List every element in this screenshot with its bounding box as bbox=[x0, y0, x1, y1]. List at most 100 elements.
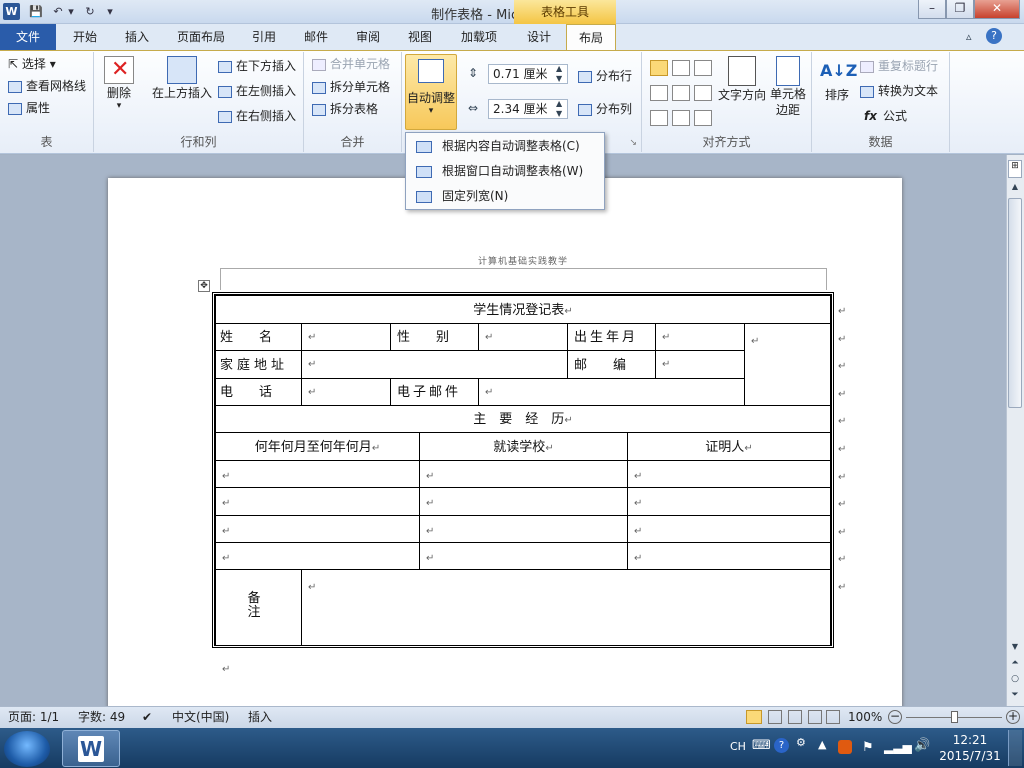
close-button[interactable]: ✕ bbox=[974, 0, 1020, 19]
full-screen-reading-view-icon[interactable] bbox=[768, 710, 782, 724]
merge-cells-button[interactable]: 合并单元格 bbox=[312, 54, 390, 74]
email-value-cell[interactable]: ↵ bbox=[478, 378, 745, 406]
table-cell[interactable]: ↵ bbox=[419, 542, 628, 570]
table-move-handle-icon[interactable]: ✥ bbox=[198, 280, 210, 292]
gender-label-cell[interactable]: 性 别 bbox=[390, 323, 479, 351]
gender-value-cell[interactable]: ↵ bbox=[478, 323, 568, 351]
align-bottom-right-icon[interactable] bbox=[694, 110, 712, 126]
split-cells-button[interactable]: 拆分单元格 bbox=[312, 77, 390, 97]
table-title-cell[interactable]: 学生情况登记表↵ bbox=[215, 295, 831, 324]
ime-help-icon[interactable]: ? bbox=[774, 738, 789, 753]
align-middle-center-icon[interactable] bbox=[672, 85, 690, 101]
zoom-level[interactable]: 100% bbox=[848, 707, 882, 727]
word-count-status[interactable]: 字数: 49 bbox=[78, 707, 125, 727]
tab-page-layout[interactable]: 页面布局 bbox=[166, 24, 236, 50]
table-cell[interactable]: ↵ bbox=[419, 515, 628, 543]
minimize-button[interactable]: – bbox=[918, 0, 946, 19]
tray-app-icon[interactable] bbox=[838, 740, 852, 754]
school-header-cell[interactable]: 就读学校↵ bbox=[419, 432, 628, 461]
insert-right-button[interactable]: 在右侧插入 bbox=[218, 106, 296, 126]
period-header-cell[interactable]: 何年何月至何年何月↵ bbox=[215, 432, 420, 461]
tab-addins[interactable]: 加载项 bbox=[450, 24, 508, 50]
table-cell[interactable]: ↵ bbox=[627, 460, 831, 488]
align-top-left-icon[interactable] bbox=[650, 60, 668, 76]
cell-size-dialog-launcher-icon[interactable]: ↘ bbox=[629, 138, 637, 148]
phone-value-cell[interactable]: ↵ bbox=[301, 378, 391, 406]
action-center-flag-icon[interactable]: ⚑ bbox=[862, 740, 874, 755]
table-cell[interactable]: ↵ bbox=[627, 515, 831, 543]
page-count-status[interactable]: 页面: 1/1 bbox=[8, 707, 59, 727]
zoom-out-icon[interactable]: − bbox=[888, 710, 902, 724]
save-icon[interactable]: 💾 bbox=[28, 3, 44, 20]
address-label-cell[interactable]: 家庭地址 bbox=[215, 350, 302, 379]
ime-options-icon[interactable]: ⚙ bbox=[796, 736, 806, 749]
row-height-spinner[interactable]: ▲ ▼ bbox=[556, 64, 562, 84]
undo-dropdown-icon[interactable]: ▾ bbox=[66, 3, 76, 20]
name-value-cell[interactable]: ↵ bbox=[301, 323, 391, 351]
previous-page-icon[interactable]: ⏶ bbox=[1008, 658, 1022, 672]
help-icon[interactable]: ? bbox=[986, 28, 1002, 44]
align-top-right-icon[interactable] bbox=[694, 60, 712, 76]
table-cell[interactable]: ↵ bbox=[627, 542, 831, 570]
name-label-cell[interactable]: 姓 名 bbox=[215, 323, 302, 351]
web-layout-view-icon[interactable] bbox=[788, 710, 802, 724]
formula-button[interactable]: fx 公式 bbox=[864, 106, 907, 126]
customize-quick-access-icon[interactable]: ▾ bbox=[104, 3, 116, 20]
email-label-cell[interactable]: 电子邮件 bbox=[390, 378, 479, 406]
properties-button[interactable]: 属性 bbox=[8, 98, 50, 118]
insert-left-button[interactable]: 在左侧插入 bbox=[218, 81, 296, 101]
split-table-button[interactable]: 拆分表格 bbox=[312, 99, 378, 119]
align-bottom-left-icon[interactable] bbox=[650, 110, 668, 126]
align-middle-right-icon[interactable] bbox=[694, 85, 712, 101]
zoom-slider-thumb[interactable] bbox=[951, 711, 958, 723]
delete-button[interactable]: ✕ 删除 ▾ bbox=[102, 56, 136, 111]
table-cell[interactable]: ↵ bbox=[419, 487, 628, 516]
table-cell[interactable]: ↵ bbox=[627, 487, 831, 516]
keyboard-icon[interactable]: ⌨ bbox=[752, 738, 771, 753]
select-button[interactable]: ⇱ 选择 ▾ bbox=[8, 54, 56, 74]
distribute-columns-button[interactable]: 分布列 bbox=[578, 99, 632, 119]
tab-mailings[interactable]: 邮件 bbox=[292, 24, 340, 50]
scroll-down-icon[interactable]: ▼ bbox=[1008, 642, 1022, 656]
tab-home[interactable]: 开始 bbox=[60, 24, 110, 50]
insert-below-button[interactable]: 在下方插入 bbox=[218, 56, 296, 76]
column-width-spinner[interactable]: ▲ ▼ bbox=[556, 99, 562, 119]
table-cell[interactable]: ↵ bbox=[419, 460, 628, 488]
autofit-button[interactable]: 自动调整 ▾ bbox=[405, 54, 457, 130]
clock[interactable]: 12:21 2015/7/31 bbox=[938, 732, 1002, 764]
undo-icon[interactable]: ↶ bbox=[50, 3, 66, 20]
print-layout-view-icon[interactable] bbox=[746, 710, 762, 724]
network-signal-icon[interactable]: ▂▃▅ bbox=[884, 740, 912, 754]
ime-indicator[interactable]: CH bbox=[730, 740, 746, 753]
address-value-cell[interactable]: ↵ bbox=[301, 350, 568, 379]
remarks-value-cell[interactable]: ↵ bbox=[301, 569, 831, 646]
view-gridlines-button[interactable]: 查看网格线 bbox=[8, 76, 86, 96]
browse-object-icon[interactable]: ○ bbox=[1008, 674, 1022, 688]
ruler-toggle-icon[interactable]: ⊞ bbox=[1008, 160, 1022, 178]
outline-view-icon[interactable] bbox=[808, 710, 822, 724]
convert-to-text-button[interactable]: 转换为文本 bbox=[860, 81, 938, 101]
tab-design[interactable]: 设计 bbox=[516, 24, 562, 50]
table-cell[interactable]: ↵ bbox=[215, 542, 420, 570]
start-button[interactable] bbox=[4, 731, 50, 767]
align-bottom-center-icon[interactable] bbox=[672, 110, 690, 126]
redo-icon[interactable]: ↻ bbox=[82, 3, 98, 20]
scrollbar-thumb[interactable] bbox=[1008, 198, 1022, 408]
insert-above-button[interactable]: 在上方插入 bbox=[150, 56, 214, 101]
autofit-window-menu-item[interactable]: 根据窗口自动调整表格(W) bbox=[412, 160, 602, 182]
experience-title-cell[interactable]: 主 要 经 历↵ bbox=[215, 405, 831, 433]
align-top-center-icon[interactable] bbox=[672, 60, 690, 76]
tab-references[interactable]: 引用 bbox=[240, 24, 288, 50]
tray-expand-icon[interactable]: ▲ bbox=[818, 738, 826, 751]
tab-review[interactable]: 审阅 bbox=[344, 24, 392, 50]
next-page-icon[interactable]: ⏷ bbox=[1008, 690, 1022, 704]
align-middle-left-icon[interactable] bbox=[650, 85, 668, 101]
proofing-icon[interactable]: ✔ bbox=[142, 707, 152, 727]
phone-label-cell[interactable]: 电 话 bbox=[215, 378, 302, 406]
fixed-column-width-menu-item[interactable]: 固定列宽(N) bbox=[412, 185, 602, 207]
photo-cell[interactable]: ↵ bbox=[744, 323, 831, 406]
repeat-header-rows-button[interactable]: 重复标题行 bbox=[860, 56, 938, 76]
tab-layout[interactable]: 布局 bbox=[566, 24, 616, 51]
draft-view-icon[interactable] bbox=[826, 710, 840, 724]
distribute-rows-button[interactable]: 分布行 bbox=[578, 66, 632, 86]
